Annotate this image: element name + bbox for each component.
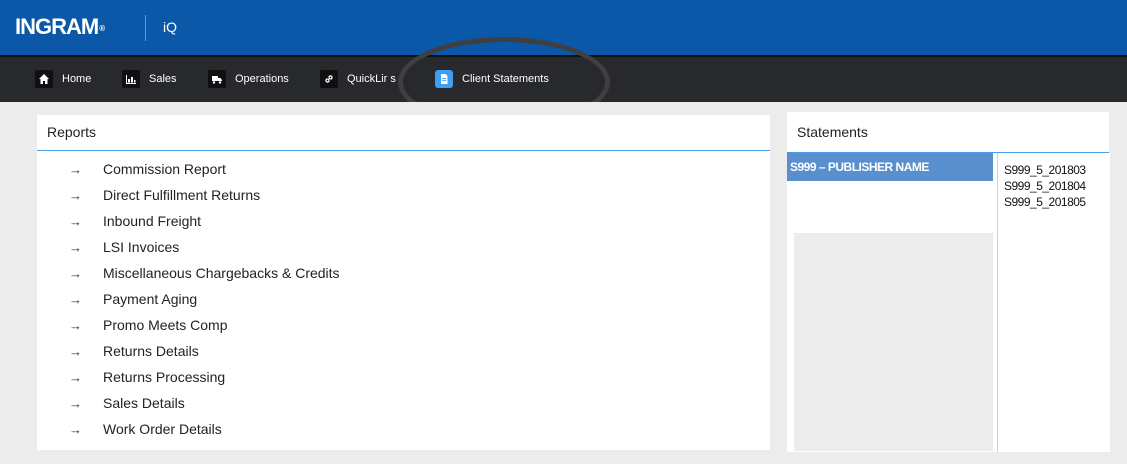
report-link-label: Sales Details — [103, 395, 185, 411]
report-link-label: LSI Invoices — [103, 239, 180, 255]
arrow-right-icon: → — [69, 265, 82, 281]
report-link[interactable]: → Payment Aging — [37, 286, 770, 312]
reports-title: Reports — [37, 115, 770, 151]
statement-file[interactable]: S999_5_201803 — [998, 162, 1110, 178]
nav-operations-label: Operations — [235, 73, 289, 85]
statements-panel: Statements S999 – PUBLISHER NAME S999_5_… — [787, 112, 1110, 452]
logo-text: INGRAM — [15, 14, 99, 39]
chart-icon — [122, 70, 140, 88]
arrow-right-icon: → — [69, 213, 82, 229]
publisher-list: S999 – PUBLISHER NAME — [787, 153, 993, 452]
arrow-right-icon: → — [69, 161, 82, 177]
arrow-right-icon: → — [69, 421, 82, 437]
arrow-right-icon: → — [69, 395, 82, 411]
nav-home[interactable]: Home — [35, 68, 91, 90]
report-link-label: Commission Report — [103, 161, 226, 177]
report-link-label: Returns Details — [103, 343, 199, 359]
arrow-right-icon: → — [69, 187, 82, 203]
logo-registered-mark: ® — [99, 23, 105, 33]
arrow-right-icon: → — [69, 343, 82, 359]
reports-panel: Reports → Commission Report → Direct Fulfil… — [37, 115, 770, 450]
report-link-label: Returns Processing — [103, 369, 226, 385]
app-name: iQ — [163, 19, 177, 35]
statement-file-list: S999_5_201803 S999_5_201804 S999_5_20180… — [997, 153, 1110, 452]
report-link-label: Work Order Details — [103, 421, 222, 437]
statement-file[interactable]: S999_5_201804 — [998, 178, 1110, 194]
report-link-label: Inbound Freight — [103, 213, 202, 229]
report-link[interactable]: → Promo Meets Comp — [37, 312, 770, 338]
report-link[interactable]: → LSI Invoices — [37, 234, 770, 260]
report-link-label: Miscellaneous Chargebacks & Credits — [103, 265, 340, 281]
report-link[interactable]: → Miscellaneous Chargebacks & Credits — [37, 260, 770, 286]
publisher-list-empty-area — [794, 233, 993, 451]
arrow-right-icon: → — [69, 291, 82, 307]
nav-sales-label: Sales — [149, 73, 177, 85]
nav-quicklinks[interactable]: QuickLir s — [320, 68, 396, 90]
nav-sales[interactable]: Sales — [122, 68, 177, 90]
statements-title: Statements — [787, 112, 1109, 153]
nav-client-statements[interactable]: Client Statements — [435, 68, 549, 90]
report-link[interactable]: → Work Order Details — [37, 416, 770, 442]
link-icon — [320, 70, 338, 88]
nav-quicklinks-label: QuickLir s — [347, 73, 396, 85]
publisher-item-selected[interactable]: S999 – PUBLISHER NAME — [787, 153, 993, 181]
reports-list: → Commission Report → Direct Fulfillment Re… — [37, 151, 770, 442]
report-link-label: Promo Meets Comp — [103, 317, 228, 333]
nav-home-label: Home — [62, 73, 92, 85]
arrow-right-icon: → — [69, 317, 82, 333]
header-divider — [145, 15, 146, 41]
nav-operations[interactable]: Operations — [208, 68, 289, 90]
arrow-right-icon: → — [69, 369, 82, 385]
report-link[interactable]: → Inbound Freight — [37, 208, 770, 234]
report-link[interactable]: → Sales Details — [37, 390, 770, 416]
statement-file[interactable]: S999_5_201805 — [998, 194, 1110, 210]
report-link[interactable]: → Returns Processing — [37, 364, 770, 390]
report-link[interactable]: → Commission Report — [37, 156, 770, 182]
content-area: Reports → Commission Report → Direct Fulfil… — [0, 102, 1127, 464]
main-nav: Home Sales Operations QuickLir s Client … — [0, 55, 1127, 102]
truck-icon — [208, 70, 226, 88]
report-link-label: Direct Fulfillment Returns — [103, 187, 261, 203]
top-header: INGRAM® iQ — [0, 0, 1127, 55]
report-link[interactable]: → Returns Details — [37, 338, 770, 364]
ingram-logo[interactable]: INGRAM® — [15, 14, 105, 40]
home-icon — [35, 70, 53, 88]
document-icon — [435, 70, 453, 88]
report-link[interactable]: → Direct Fulfillment Returns — [37, 182, 770, 208]
arrow-right-icon: → — [69, 239, 82, 255]
nav-client-statements-label: Client Statements — [462, 73, 549, 85]
report-link-label: Payment Aging — [103, 291, 198, 307]
